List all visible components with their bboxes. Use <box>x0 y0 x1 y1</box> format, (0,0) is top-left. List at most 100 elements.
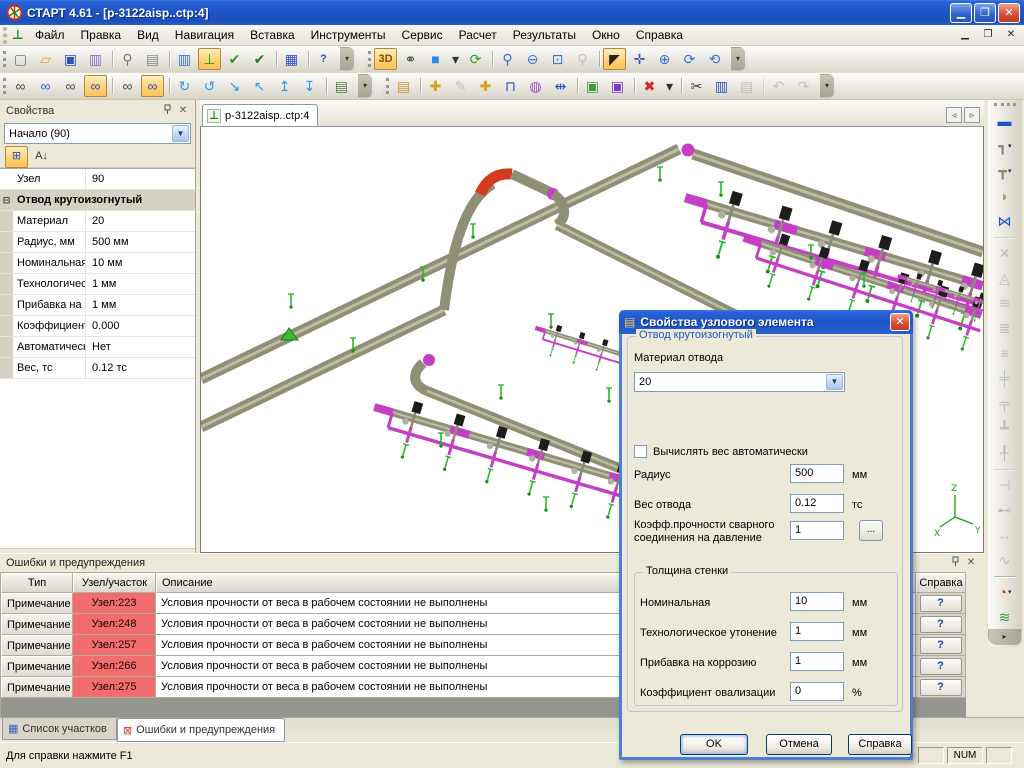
property-row[interactable]: Материал 20 <box>0 211 195 232</box>
toolbar-button[interactable]: ▥ <box>84 48 107 70</box>
menu-item[interactable]: Справка <box>628 25 691 45</box>
restore-button[interactable]: ❐ <box>974 3 996 23</box>
child-close-button[interactable]: ✕ <box>1001 27 1021 44</box>
document-tab[interactable]: ⊥ p-3122aisp..ctp:4 <box>202 104 318 126</box>
toolbar-button[interactable]: ▣ <box>59 48 82 70</box>
column-header-node[interactable]: Узел/участок <box>73 573 156 593</box>
error-help-button[interactable]: ? <box>920 658 962 675</box>
element-toolbar-button[interactable]: ≋ <box>991 604 1019 629</box>
toolbar-button[interactable]: ⇹ <box>549 75 572 97</box>
strength-input[interactable]: 1 <box>790 521 844 540</box>
element-toolbar-button[interactable]: ╪ <box>991 365 1019 390</box>
toolbar-button[interactable]: ⊖ <box>521 48 544 70</box>
toolbar-button[interactable]: ↘ <box>223 75 246 97</box>
toolbar-button[interactable]: ▤ <box>392 75 415 97</box>
toolbar-button[interactable]: ▾ <box>820 74 834 98</box>
toolbar-button[interactable]: ⚭ <box>399 48 422 70</box>
toolbar-button[interactable]: ✚ <box>424 75 447 97</box>
toolbar-button[interactable]: ⚲ <box>571 48 594 70</box>
child-minimize-button[interactable]: ▁ <box>955 27 975 44</box>
toolbar-button[interactable]: ◤ <box>603 48 626 70</box>
toolbar-button[interactable]: ↧ <box>298 75 321 97</box>
property-row[interactable]: ⊟ Отвод крутоизогнутый <box>0 190 195 211</box>
toolbar-button[interactable]: ∞ <box>59 75 82 97</box>
toolbar-button[interactable]: ▤ <box>330 75 353 97</box>
ok-button[interactable]: OK <box>680 734 748 755</box>
toolbar-button[interactable]: ⚲ <box>116 48 139 70</box>
properties-toolbar-button[interactable]: A↓ <box>30 146 53 168</box>
element-toolbar-button[interactable]: ≡ <box>991 340 1019 365</box>
nominal-input[interactable]: 10 <box>790 592 844 611</box>
element-toolbar-button[interactable]: ▬ <box>991 108 1019 133</box>
toolbar-button[interactable]: ⟳ <box>678 48 701 70</box>
dialog-close-button[interactable]: ✕ <box>890 313 910 331</box>
radius-input[interactable]: 500 <box>790 464 844 483</box>
element-toolbar-button[interactable]: ◔ ▾ <box>991 579 1019 604</box>
toolbar-button[interactable]: ✖ <box>638 75 661 97</box>
bottom-tab[interactable]: ▦ Список участков <box>2 718 117 740</box>
element-toolbar-button[interactable]: ✕ <box>991 240 1019 265</box>
menu-item[interactable]: Вид <box>129 25 167 45</box>
close-icon[interactable]: ✕ <box>175 104 191 118</box>
element-toolbar-button[interactable]: ⋈ <box>991 208 1019 233</box>
toolbar-button[interactable]: ▦ <box>280 48 303 70</box>
element-toolbar-button[interactable]: ⊷ <box>991 497 1019 522</box>
toolbar-button[interactable]: ▾ <box>340 47 354 71</box>
toolbar-button[interactable]: ▤ <box>735 75 758 97</box>
toolbar-button[interactable]: ▢ <box>9 48 32 70</box>
toolbar-button[interactable]: ▣ <box>581 75 604 97</box>
menu-item[interactable]: Файл <box>27 25 73 45</box>
property-row[interactable]: Вес, тс 0.12 тс <box>0 358 195 379</box>
error-help-button[interactable]: ? <box>920 595 962 612</box>
help-button[interactable]: Справка <box>848 734 912 755</box>
error-help-button[interactable]: ? <box>920 679 962 696</box>
tab-scroll-right-button[interactable]: ▹ <box>964 107 980 123</box>
strength-more-button[interactable]: ... <box>859 520 883 541</box>
element-toolbar-button[interactable]: ≣ <box>991 315 1019 340</box>
toolbar-button[interactable]: ⊥ <box>198 48 221 70</box>
properties-toolbar-button[interactable]: ⊞ <box>5 146 28 168</box>
property-row[interactable]: Номинальная т 10 мм <box>0 253 195 274</box>
error-help-button[interactable]: ? <box>920 637 962 654</box>
minimize-button[interactable]: ▁ <box>950 3 972 23</box>
close-button[interactable]: ✕ <box>998 3 1020 23</box>
toolbar-button[interactable]: ▾ <box>358 74 372 98</box>
toolbar-button[interactable]: ▾ <box>449 48 462 70</box>
toolbar-button[interactable]: ■ <box>424 48 447 70</box>
ovality-input[interactable]: 0 <box>790 682 844 701</box>
toolbar-button[interactable]: ↖ <box>248 75 271 97</box>
auto-weight-checkbox[interactable] <box>634 445 647 458</box>
menu-item[interactable]: Вставка <box>242 25 303 45</box>
menu-item[interactable]: Сервис <box>394 25 451 45</box>
toolbar-button[interactable]: ↶ <box>767 75 790 97</box>
cancel-button[interactable]: Отмена <box>766 734 832 755</box>
toolbar-button[interactable]: ✛ <box>628 48 651 70</box>
column-header-help[interactable]: Справка <box>916 573 966 593</box>
element-toolbar-button[interactable]: ┻ <box>991 415 1019 440</box>
error-node-cell[interactable]: Узел:223 <box>73 593 156 614</box>
menu-item[interactable]: Окно <box>584 25 628 45</box>
column-header-type[interactable]: Тип <box>1 573 73 593</box>
toolbar-button[interactable]: ↻ <box>173 75 196 97</box>
toolbar-button[interactable]: ⟲ <box>703 48 726 70</box>
menu-item[interactable]: Навигация <box>167 25 242 45</box>
toolbar-button[interactable]: ∞ <box>84 75 107 97</box>
toolbar-button[interactable]: ▱ <box>34 48 57 70</box>
toolbar-button[interactable]: ✚ <box>474 75 497 97</box>
chevron-down-icon[interactable]: ▼ <box>172 125 189 142</box>
toolbar-button[interactable]: ▤ <box>141 48 164 70</box>
element-toolbar-button[interactable]: ≋ <box>991 290 1019 315</box>
toolbar-button[interactable]: ∞ <box>141 75 164 97</box>
toolbar-button[interactable]: ⚲ <box>496 48 519 70</box>
error-node-cell[interactable]: Узел:248 <box>73 614 156 635</box>
toolbar-button[interactable]: ↥ <box>273 75 296 97</box>
element-toolbar-button[interactable]: ╤ <box>991 390 1019 415</box>
toolbar-button[interactable]: ↷ <box>792 75 815 97</box>
bottom-tab[interactable]: ⊠ Ошибки и предупреждения <box>117 718 285 742</box>
element-toolbar-button[interactable]: ┳ ▾ <box>991 158 1019 183</box>
menu-item[interactable]: Расчет <box>451 25 505 45</box>
toolbar-button[interactable]: ⊡ <box>546 48 569 70</box>
weight-input[interactable]: 0.12 <box>790 494 844 513</box>
toolbar-button[interactable]: ▾ <box>731 47 745 71</box>
menu-item[interactable]: Результаты <box>505 25 584 45</box>
